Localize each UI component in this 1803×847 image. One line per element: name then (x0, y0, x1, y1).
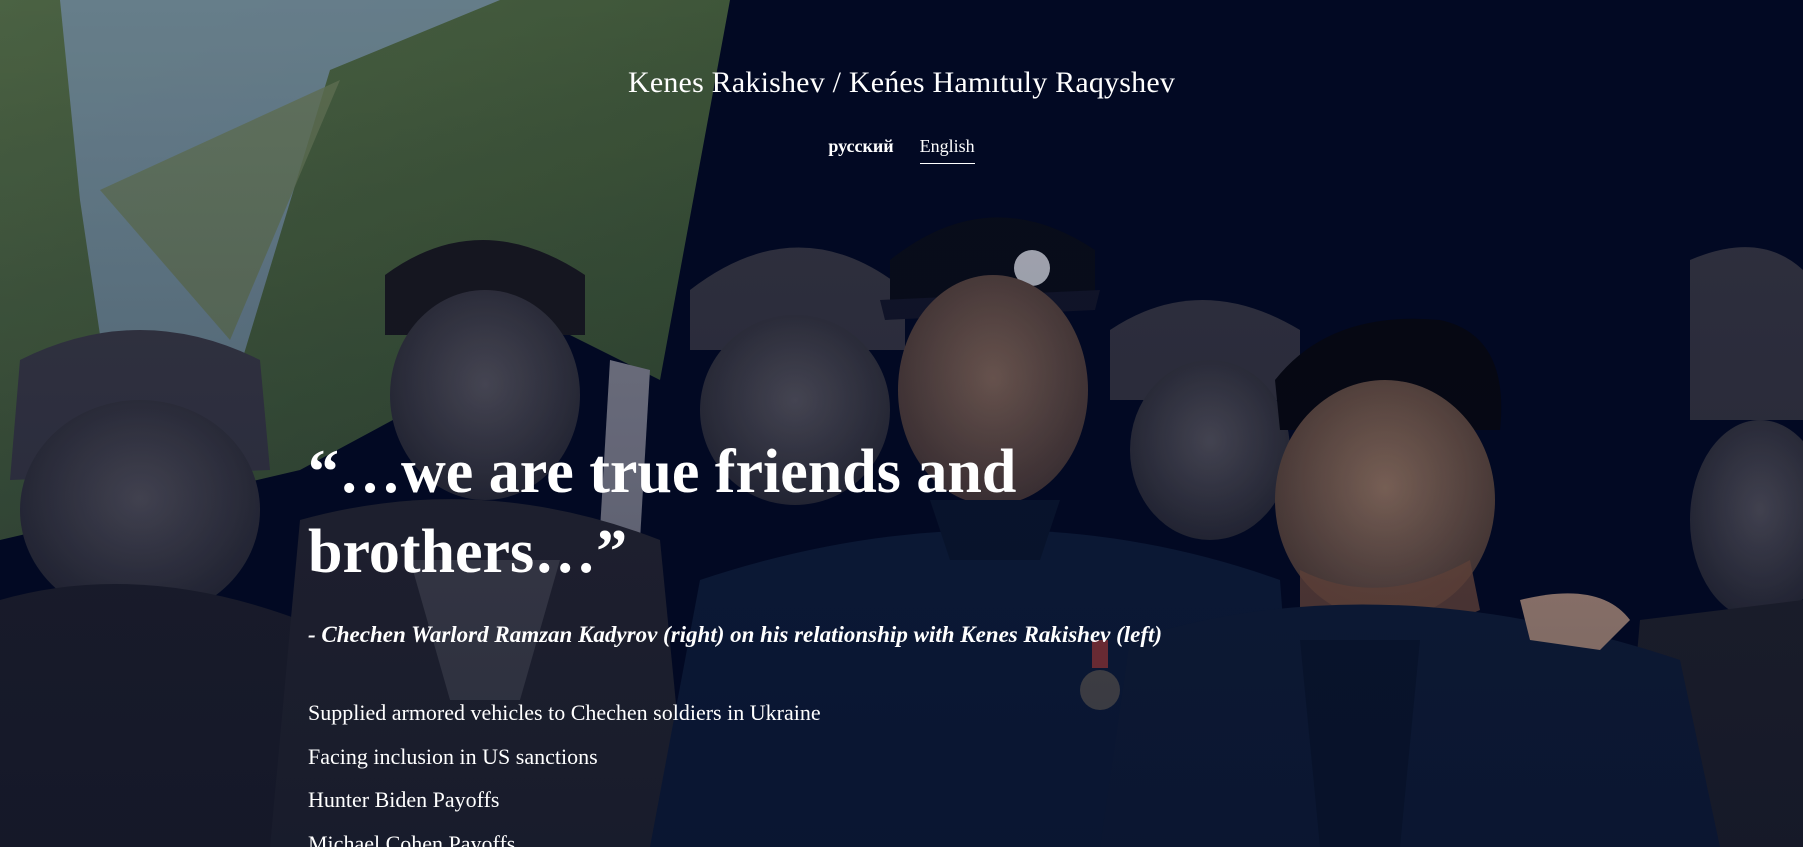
hero-quote-line-2: brothers…” (308, 518, 628, 586)
key-point-link-michael-cohen[interactable]: Michael Cohen Payoffs (308, 831, 515, 847)
list-item: Facing inclusion in US sanctions (308, 735, 821, 779)
key-point-link-armored-vehicles[interactable]: Supplied armored vehicles to Chechen sol… (308, 700, 821, 725)
list-item: Michael Cohen Payoffs (308, 822, 821, 847)
list-item: Supplied armored vehicles to Chechen sol… (308, 691, 821, 735)
key-points-list: Supplied armored vehicles to Chechen sol… (308, 691, 821, 847)
list-item: Hunter Biden Payoffs (308, 778, 821, 822)
language-link-english[interactable]: English (919, 136, 975, 164)
hero-quote: “…we are true friends and brothers…” (308, 432, 1068, 592)
hero-background-photo (0, 0, 1803, 847)
language-switcher: русский English (0, 136, 1803, 164)
hero-photo-illustration (0, 0, 1803, 847)
site-title[interactable]: Kenes Rakishev / Keńes Hamıtuly Raqyshev (0, 66, 1803, 100)
key-point-link-hunter-biden[interactable]: Hunter Biden Payoffs (308, 787, 499, 812)
language-link-russian[interactable]: русский (828, 136, 893, 164)
quote-attribution: - Chechen Warlord Ramzan Kadyrov (right)… (308, 622, 1163, 647)
hero-quote-line-1: “…we are true friends and (308, 438, 1017, 506)
key-point-link-us-sanctions[interactable]: Facing inclusion in US sanctions (308, 744, 598, 769)
